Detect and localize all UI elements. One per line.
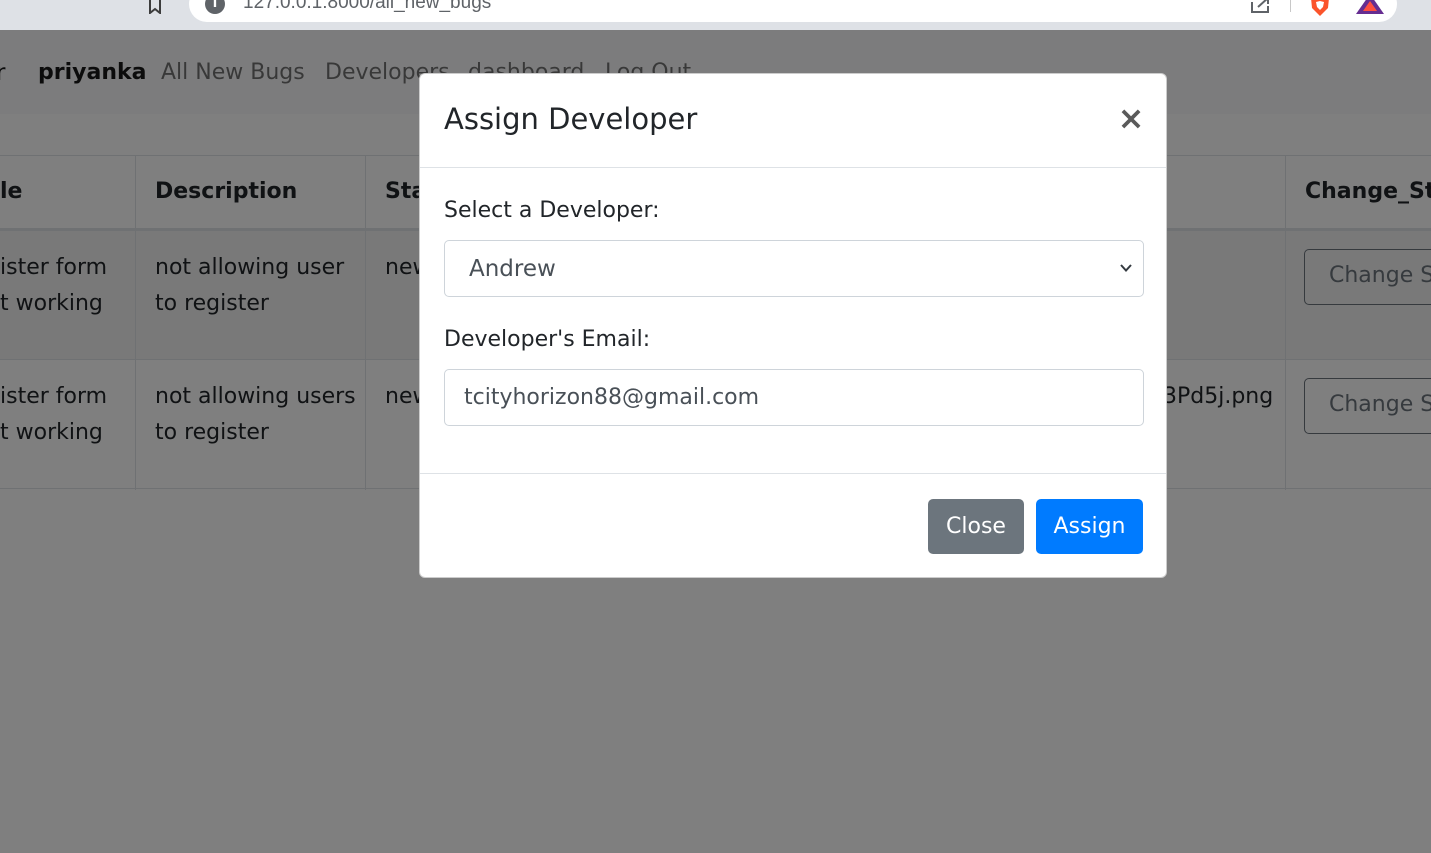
brave-shields-icon[interactable]	[1308, 0, 1332, 16]
close-button[interactable]: Close	[928, 499, 1024, 554]
developer-email-field[interactable]: tcityhorizon88@gmail.com	[444, 369, 1144, 426]
address-bar-url[interactable]: 127.0.0.1:8000/all_new_bugs	[243, 0, 491, 14]
share-icon[interactable]	[1250, 0, 1272, 14]
developer-email-value: tcityhorizon88@gmail.com	[464, 385, 760, 410]
modal-title: Assign Developer	[444, 102, 698, 136]
modal-header: Assign Developer ×	[420, 74, 1166, 168]
developer-select[interactable]: Andrew	[444, 240, 1144, 297]
close-icon[interactable]: ×	[1117, 102, 1145, 134]
assign-button[interactable]: Assign	[1036, 499, 1143, 554]
browser-toolbar: i 127.0.0.1:8000/all_new_bugs	[0, 0, 1431, 30]
bookmark-icon[interactable]	[146, 0, 164, 14]
toolbar-divider	[1290, 0, 1291, 12]
select-developer-label: Select a Developer:	[444, 198, 660, 223]
brave-rewards-icon[interactable]	[1356, 0, 1384, 14]
developer-select-value: Andrew	[469, 256, 556, 282]
developer-email-label: Developer's Email:	[444, 327, 651, 352]
chevron-down-icon	[1120, 264, 1132, 272]
modal-footer: Close Assign	[420, 473, 1166, 577]
assign-developer-modal: Assign Developer × Select a Developer: A…	[419, 73, 1167, 578]
